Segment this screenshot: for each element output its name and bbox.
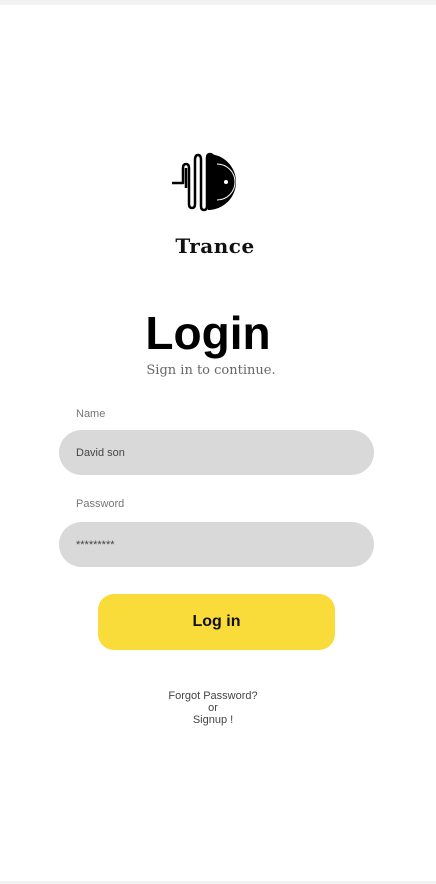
name-field-label: Name — [76, 408, 106, 420]
password-input[interactable] — [76, 538, 357, 551]
vinyl-soundwave-logo-icon — [172, 152, 236, 212]
page-title: Login — [145, 307, 271, 359]
top-status-bar — [0, 0, 436, 5]
name-input[interactable] — [76, 446, 357, 459]
page-subtitle: Sign in to continue. — [146, 363, 276, 378]
name-field[interactable] — [59, 430, 374, 475]
login-button[interactable]: Log in — [98, 594, 335, 650]
or-separator: or — [208, 702, 218, 714]
signup-link[interactable]: Signup ! — [0, 714, 426, 726]
brand-name: Trance — [175, 234, 255, 258]
forgot-password-link[interactable]: Forgot Password? — [0, 690, 426, 702]
password-field-label: Password — [76, 498, 125, 510]
auth-links: Forgot Password? or Signup ! — [0, 690, 426, 726]
password-field[interactable] — [59, 522, 374, 567]
